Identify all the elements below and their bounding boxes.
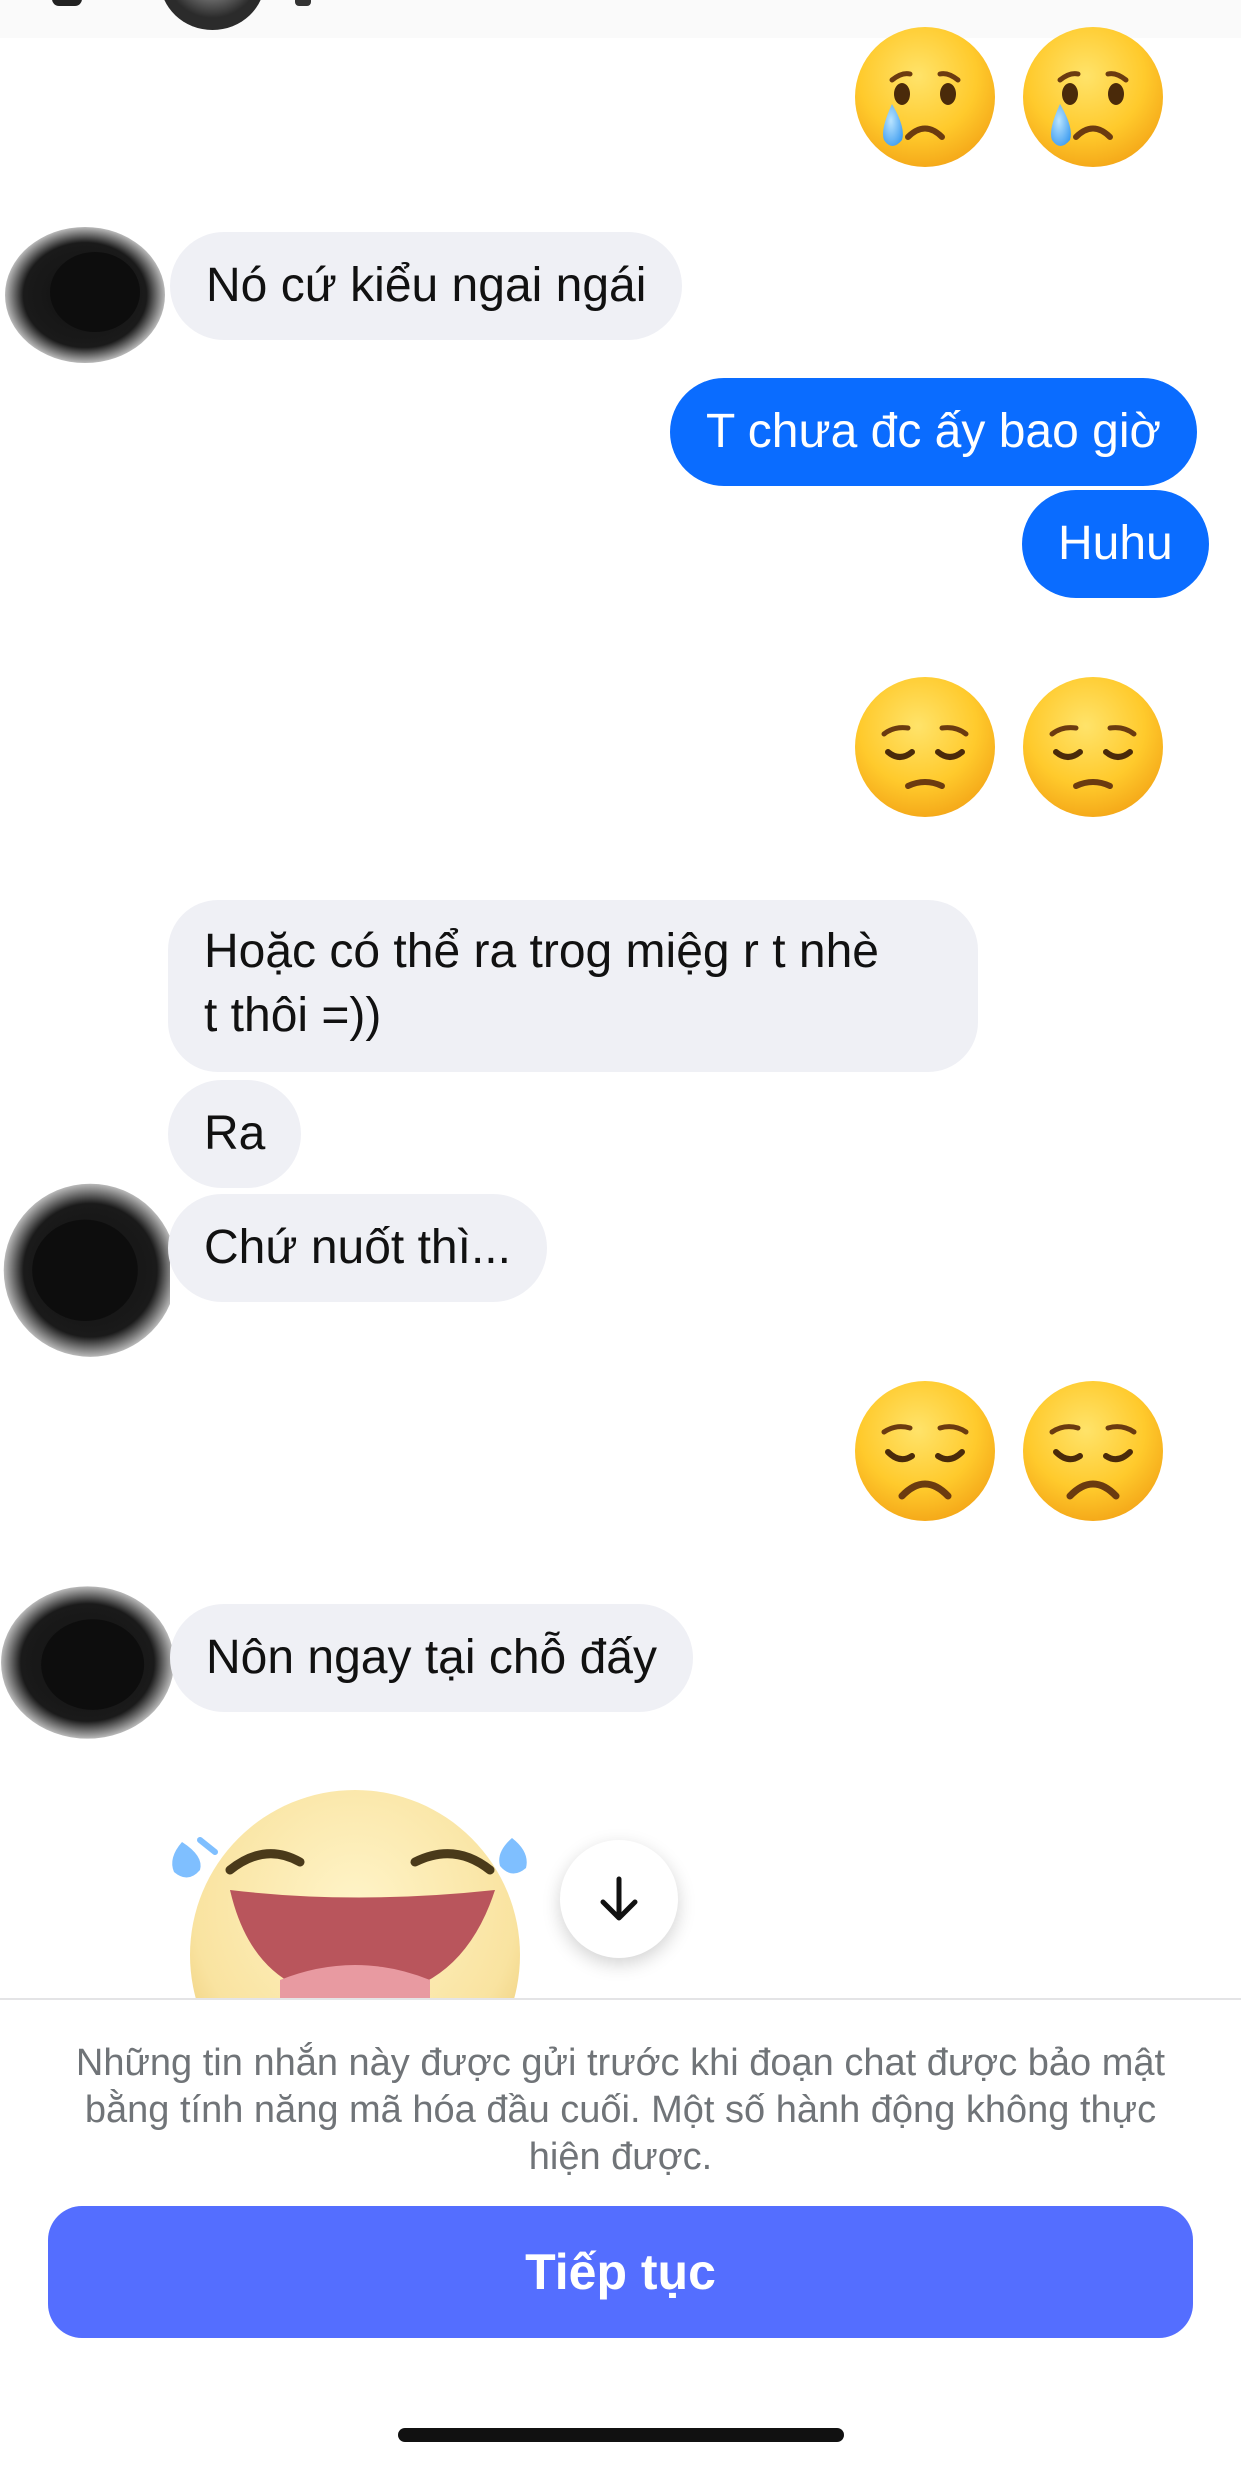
message-line: t thôi =)) [204,989,382,1042]
continue-button[interactable]: Tiếp tục [48,2206,1193,2338]
message-bubble-outgoing[interactable]: T chưa đc ấy bao giờ [670,378,1197,486]
message-line: Hoặc có thể ra trog miệg r t nhè [204,925,879,978]
message-bubble-incoming[interactable]: Nó cứ kiểu ngai ngái [170,232,683,340]
contact-name-fragment [295,0,311,6]
message-bubble-incoming[interactable]: Ra [168,1080,302,1188]
emoji-message-disappointed[interactable] [850,1376,1163,1526]
pensive-face-icon [855,677,995,817]
message-bubble-incoming[interactable]: Hoặc có thể ra trog miệg r t nhè t thôi … [168,900,978,1072]
emoji-message-crying[interactable] [850,22,1163,172]
message-bubble-incoming[interactable]: Nôn ngay tại chỗ đấy [170,1604,693,1712]
disappointed-face-icon [855,1381,995,1521]
pensive-face-icon [1023,677,1163,817]
disappointed-face-icon [1023,1381,1163,1521]
message-bubble-outgoing[interactable]: Huhu [1022,490,1209,598]
redacted-avatar [1,1586,174,1739]
encryption-notice-text: Những tin nhắn này được gửi trước khi đo… [75,2042,1166,2178]
back-icon[interactable] [52,0,82,6]
scroll-to-bottom-button[interactable] [560,1840,678,1958]
home-indicator[interactable] [398,2428,844,2442]
contact-avatar[interactable] [160,0,265,30]
crying-face-icon [855,27,995,167]
redacted-avatar [5,227,165,363]
message-bubble-incoming[interactable]: Chứ nuốt thì... [168,1194,547,1302]
laughing-sticker-icon[interactable] [160,1780,540,1998]
crying-face-icon [1023,27,1163,167]
arrow-down-icon [600,1876,638,1921]
emoji-message-pensive[interactable] [850,672,1163,822]
redacted-avatar [3,1183,170,1357]
